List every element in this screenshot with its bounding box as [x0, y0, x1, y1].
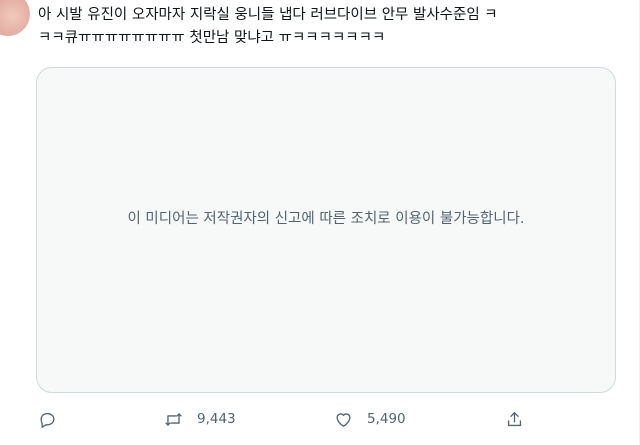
- like-count: 5,490: [367, 411, 406, 427]
- retweet-button[interactable]: 9,443: [164, 405, 236, 433]
- reply-icon: [40, 412, 55, 428]
- tweet-text-line-1: 아 시발 유진이 오자마자 지락실 웅니들 냅다 러브다이브 안무 발사수준임 …: [38, 7, 498, 23]
- retweet-icon: [165, 412, 182, 426]
- tweet-text-line-2: ㅋㅋ큐ㅠㅠㅠㅠㅠㅠㅠㅠ 첫만남 맞냐고 ㅠㅋㅋㅋㅋㅋㅋㅋ: [38, 30, 386, 46]
- reply-button[interactable]: [38, 405, 57, 433]
- media-unavailable-box: 이 미디어는 저작권자의 신고에 따른 조치로 이용이 불가능합니다.: [36, 67, 616, 393]
- media-unavailable-notice: 이 미디어는 저작권자의 신고에 따른 조치로 이용이 불가능합니다.: [127, 211, 525, 227]
- like-button[interactable]: 5,490: [334, 405, 406, 433]
- share-button[interactable]: [505, 405, 524, 433]
- retweet-count: 9,443: [197, 411, 236, 427]
- tweet-actions: 9,443 5,490: [0, 405, 640, 433]
- tweet-text: 아 시발 유진이 오자마자 지락실 웅니들 냅다 러브다이브 안무 발사수준임 …: [38, 4, 628, 50]
- share-icon: [507, 411, 522, 426]
- heart-icon: [336, 412, 351, 427]
- avatar[interactable]: [0, 0, 30, 36]
